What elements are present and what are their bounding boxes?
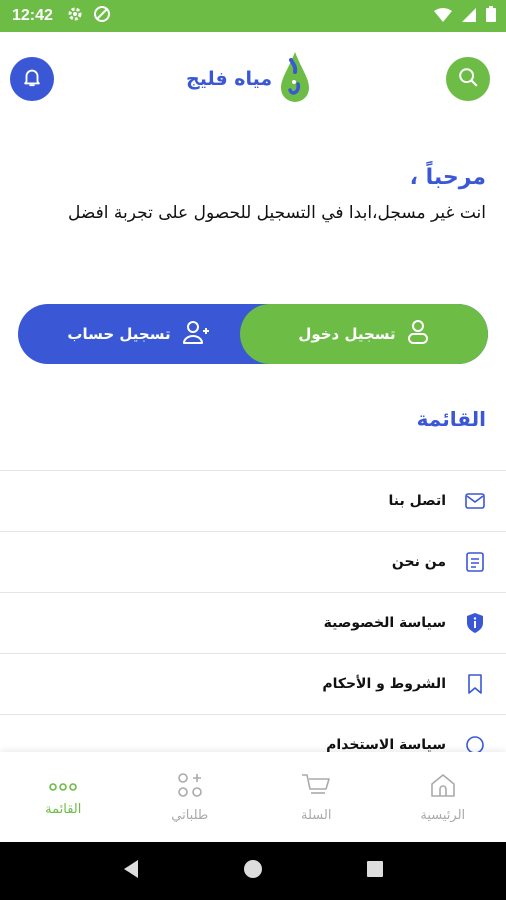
menu-item-usage-policy[interactable]: سياسة الاستخدام (0, 715, 506, 752)
shield-info-icon (464, 612, 486, 634)
nav-label: القائمة (45, 802, 82, 817)
menu-item-label: سياسة الخصوصية (323, 615, 446, 631)
login-label: تسجيل دخول (298, 325, 396, 343)
battery-icon (486, 6, 496, 26)
nav-label: السلة (301, 807, 332, 823)
document-icon (464, 551, 486, 573)
nav-label: الرئيسية (420, 807, 466, 823)
cart-icon (301, 772, 331, 802)
recents-icon[interactable] (366, 860, 384, 882)
add-user-icon (181, 319, 209, 349)
settings-icon (67, 6, 83, 26)
menu-item-label: من نحن (391, 554, 446, 570)
menu-item-label: سياسة الاستخدام (326, 737, 446, 752)
nav-menu[interactable]: القائمة (0, 752, 127, 842)
dnd-icon (93, 5, 111, 27)
menu-item-about[interactable]: من نحن (0, 532, 506, 593)
register-label: تسجيل حساب (67, 325, 171, 343)
welcome-message: انت غير مسجل،ابدا في التسجيل للحصول على … (68, 203, 486, 223)
nav-home[interactable]: الرئيسية (380, 752, 506, 842)
nav-label: طلباتي (171, 807, 209, 823)
circle-icon (464, 734, 486, 752)
welcome-section: مرحباً ، انت غير مسجل،ابدا في التسجيل لل… (16, 165, 486, 232)
notifications-button[interactable] (10, 57, 54, 101)
logo-text: مياه فليج (186, 68, 273, 90)
menu-item-contact[interactable]: اتصل بنا (0, 471, 506, 532)
login-button[interactable]: تسجيل دخول (240, 304, 488, 364)
menu-list: اتصل بنا من نحن سياسة الخصوصية الشروط و … (0, 470, 506, 752)
menu-title: القائمة (416, 407, 486, 431)
dots-icon (49, 777, 78, 796)
menu-item-label: الشروط و الأحكام (322, 676, 446, 692)
menu-item-label: اتصل بنا (388, 493, 446, 509)
app-logo: مياه فليج (186, 48, 312, 110)
signal-icon (462, 7, 476, 26)
menu-item-terms[interactable]: الشروط و الأحكام (0, 654, 506, 715)
home-icon (429, 772, 457, 802)
status-bar: 12:42 (0, 0, 506, 32)
app-header: مياه فليج (0, 32, 506, 132)
search-icon (457, 66, 479, 92)
search-button[interactable] (446, 57, 490, 101)
user-icon (406, 319, 430, 349)
grid-plus-icon (177, 772, 203, 802)
home-button-icon[interactable] (243, 859, 263, 883)
menu-item-privacy[interactable]: سياسة الخصوصية (0, 593, 506, 654)
nav-orders[interactable]: طلباتي (127, 752, 254, 842)
wifi-icon (434, 7, 452, 26)
status-time: 12:42 (12, 7, 53, 24)
system-nav-bar (0, 842, 506, 900)
welcome-title: مرحباً ، (409, 165, 486, 190)
nav-cart[interactable]: السلة (253, 752, 380, 842)
register-button[interactable]: تسجيل حساب (18, 304, 258, 364)
bookmark-icon (464, 673, 486, 695)
water-drop-icon (278, 48, 312, 110)
bottom-nav: القائمة طلباتي السلة الرئيسية (0, 752, 506, 842)
mail-icon (464, 490, 486, 512)
auth-buttons: تسجيل حساب تسجيل دخول (18, 304, 488, 364)
bell-icon (21, 66, 43, 92)
back-icon[interactable] (122, 859, 140, 883)
